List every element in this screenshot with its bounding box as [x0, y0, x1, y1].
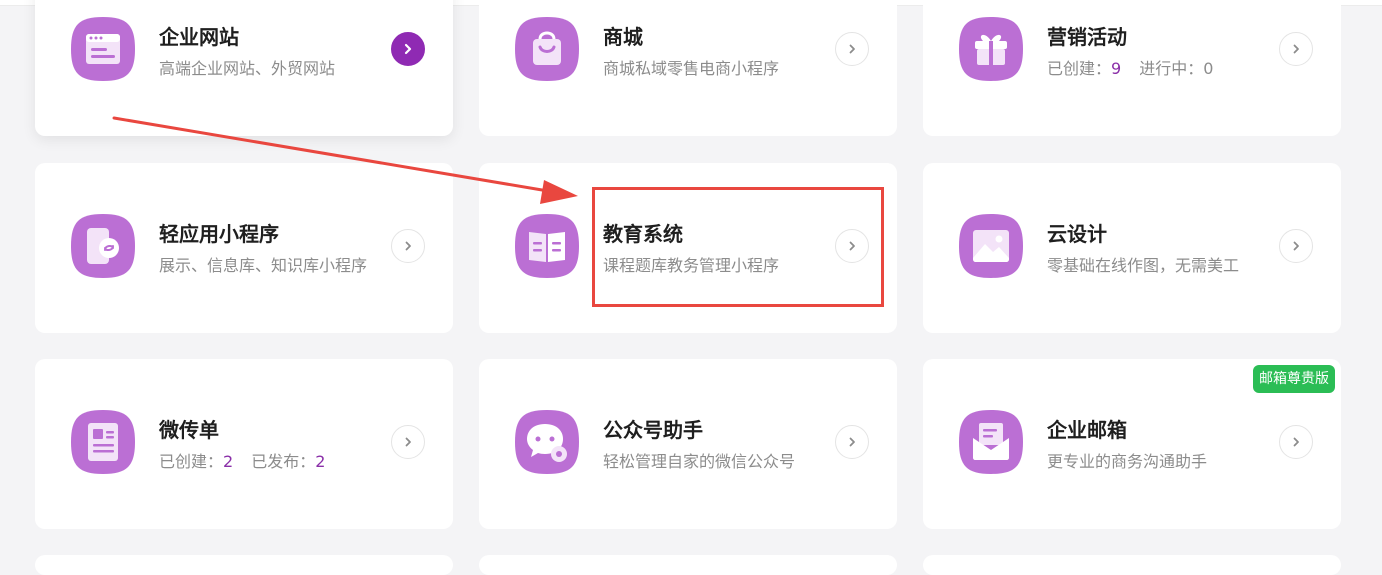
card-mall[interactable]: 商城 商城私域零售电商小程序 [479, 0, 897, 136]
card-title: 企业邮箱 [1047, 418, 1127, 442]
card-partial [35, 555, 453, 575]
chevron-right-icon [1293, 44, 1299, 54]
shopping-bag-icon [513, 15, 581, 83]
open-book-icon [513, 212, 581, 280]
card-stats: 已创建：2 已发布：2 [159, 448, 325, 472]
chevron-right-icon [405, 437, 411, 447]
card-title: 轻应用小程序 [159, 222, 279, 246]
created-label: 已创建： [1047, 59, 1112, 78]
in-progress-count: 0 [1203, 59, 1214, 78]
card-title: 营销活动 [1047, 25, 1127, 49]
card-title: 商城 [603, 25, 643, 49]
chevron-right-icon [405, 241, 411, 251]
chevron-right-icon [404, 43, 412, 55]
published-label: 已发布： [251, 452, 316, 471]
flyer-icon [69, 408, 137, 476]
enter-button[interactable] [1279, 229, 1313, 263]
card-subtitle: 商城私域零售电商小程序 [603, 59, 780, 78]
chevron-right-icon [849, 44, 855, 54]
enter-button[interactable] [1279, 425, 1313, 459]
card-title: 企业网站 [159, 25, 239, 49]
card-subtitle: 展示、信息库、知识库小程序 [159, 256, 368, 275]
published-count: 2 [315, 452, 326, 471]
card-subtitle: 零基础在线作图，无需美工 [1047, 256, 1240, 275]
wechat-gear-icon [513, 408, 581, 476]
chevron-right-icon [1293, 437, 1299, 447]
highlight-box [592, 187, 884, 307]
gift-icon [957, 15, 1025, 83]
card-subtitle: 高端企业网站、外贸网站 [159, 59, 336, 78]
card-title: 云设计 [1047, 222, 1107, 246]
envelope-icon [957, 408, 1025, 476]
created-count: 9 [1111, 59, 1122, 78]
website-browser-icon [69, 15, 137, 83]
enter-button[interactable] [391, 32, 425, 66]
card-enterprise-email[interactable]: 邮箱尊贵版 企业邮箱 更专业的商务沟通助手 [923, 359, 1341, 529]
enter-button[interactable] [1279, 32, 1313, 66]
card-enterprise-website[interactable]: 企业网站 高端企业网站、外贸网站 [35, 0, 453, 136]
enter-button[interactable] [391, 229, 425, 263]
card-light-app-mini-program[interactable]: 轻应用小程序 展示、信息库、知识库小程序 [35, 163, 453, 333]
card-partial [923, 555, 1341, 575]
premium-email-badge: 邮箱尊贵版 [1253, 365, 1335, 393]
created-count: 2 [223, 452, 234, 471]
mini-program-phone-icon [69, 212, 137, 280]
card-subtitle: 更专业的商务沟通助手 [1047, 452, 1208, 471]
in-progress-label: 进行中： [1139, 59, 1204, 78]
card-cloud-design[interactable]: 云设计 零基础在线作图，无需美工 [923, 163, 1341, 333]
card-title: 微传单 [159, 418, 219, 442]
enter-button[interactable] [835, 425, 869, 459]
card-title: 公众号助手 [603, 418, 703, 442]
enter-button[interactable] [391, 425, 425, 459]
card-official-account-assistant[interactable]: 公众号助手 轻松管理自家的微信公众号 [479, 359, 897, 529]
created-label: 已创建： [159, 452, 224, 471]
card-partial [479, 555, 897, 575]
card-micro-flyer[interactable]: 微传单 已创建：2 已发布：2 [35, 359, 453, 529]
card-marketing[interactable]: 营销活动 已创建：9 进行中：0 [923, 0, 1341, 136]
picture-icon [957, 212, 1025, 280]
chevron-right-icon [1293, 241, 1299, 251]
enter-button[interactable] [835, 32, 869, 66]
chevron-right-icon [849, 437, 855, 447]
card-subtitle: 轻松管理自家的微信公众号 [603, 452, 796, 471]
card-stats: 已创建：9 进行中：0 [1047, 55, 1213, 79]
